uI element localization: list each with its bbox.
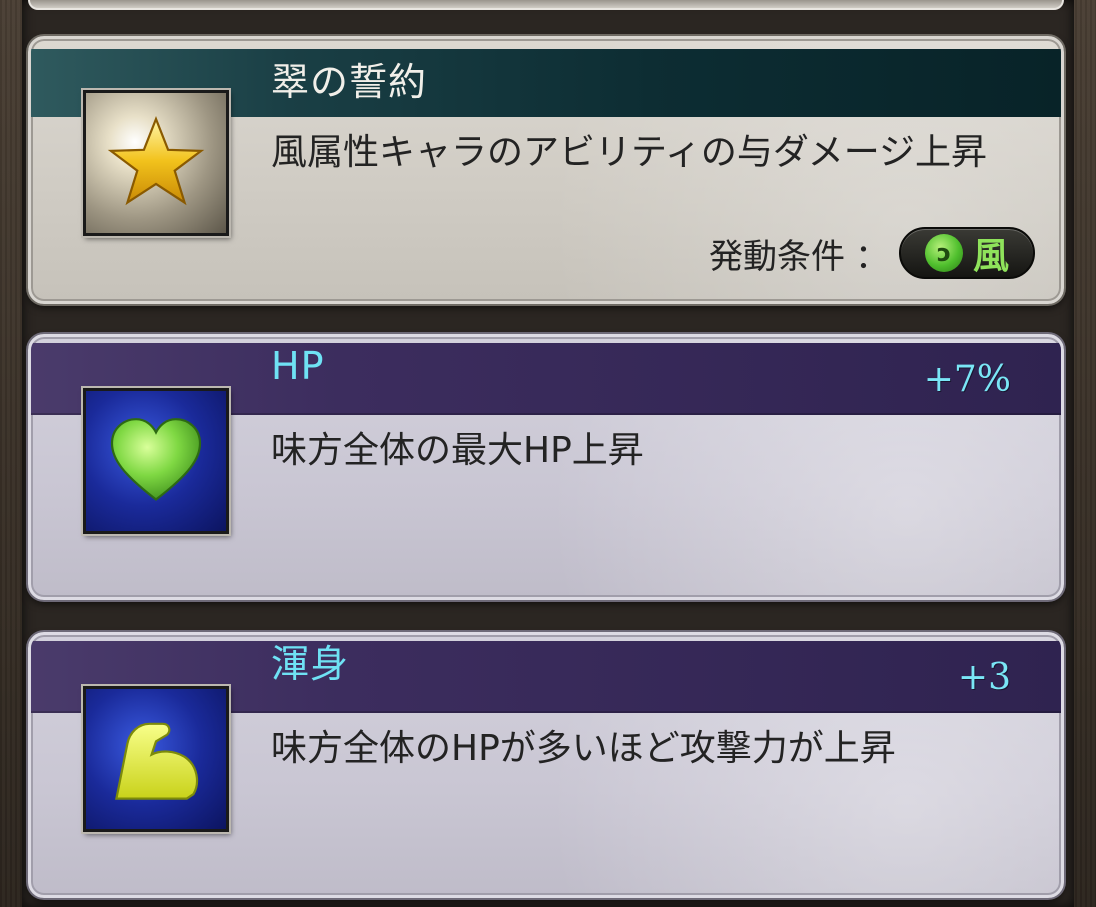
skill-title: 翠の誓約 (271, 60, 428, 104)
previous-card-edge (28, 0, 1064, 10)
skill-card-konshin[interactable]: 渾身 +3 味方全体のHPが多いほど攻撃力が上昇 (28, 632, 1064, 898)
skill-description: 風属性キャラのアビリティの与ダメージ上昇 (271, 132, 988, 173)
skill-card-hp[interactable]: HP +7% 味方全体の最大HP上昇 (28, 334, 1064, 600)
skill-title: 渾身 (271, 642, 350, 686)
skill-description: 味方全体のHPが多いほど攻撃力が上昇 (271, 728, 896, 769)
heart-icon (83, 388, 229, 534)
flexed-arm-icon (83, 686, 229, 832)
condition-label: 発動条件 (709, 236, 845, 277)
skill-value: +3 (957, 657, 1011, 698)
skill-description: 味方全体の最大HP上昇 (271, 430, 644, 471)
condition-colon: ： (855, 236, 889, 277)
skill-card-emerald-oath[interactable]: 翠の誓約 風属性キャラのアビリティの与ダメージ上昇 発動条件 ： ↄ 風 (28, 36, 1064, 304)
activation-condition: 発動条件 ： ↄ 風 (709, 227, 1035, 279)
element-badge: ↄ 風 (899, 227, 1035, 279)
star-icon (83, 90, 229, 236)
skill-title: HP (271, 344, 325, 388)
wind-icon: ↄ (924, 234, 963, 272)
element-label: 風 (972, 236, 1009, 277)
skill-value: +7% (923, 359, 1011, 400)
